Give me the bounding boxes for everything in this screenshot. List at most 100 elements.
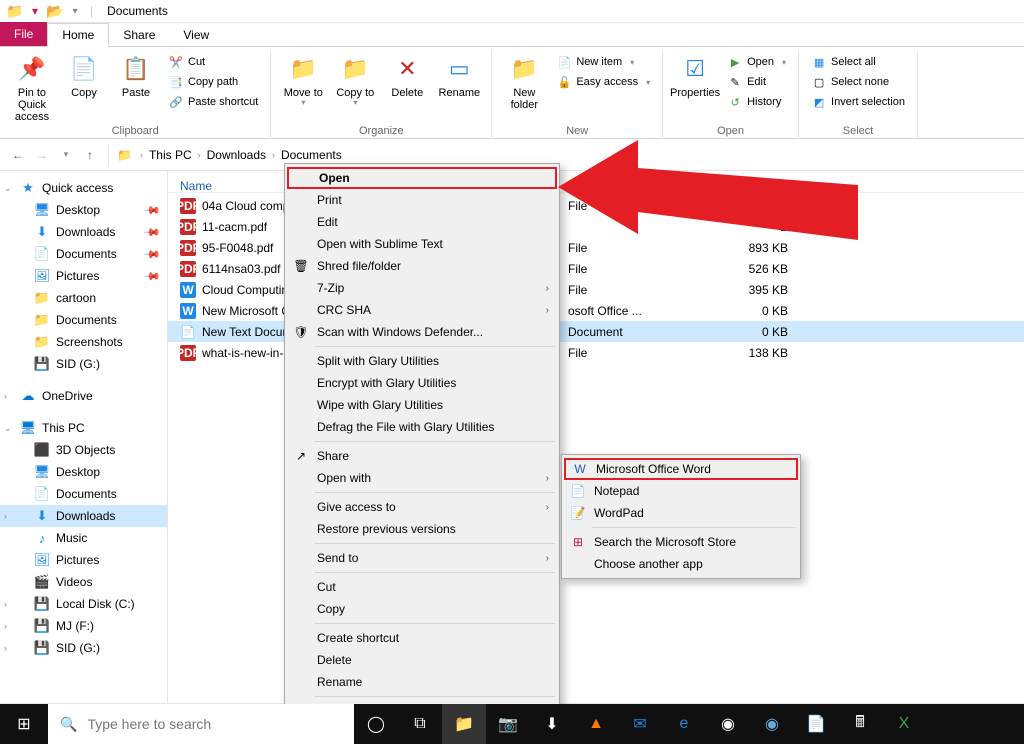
ctx-delete[interactable]: Delete [287,649,557,671]
sidebar-sidg2[interactable]: ›💾SID (G:) [0,637,167,659]
select-none-button[interactable]: ▢Select none [807,73,909,91]
rename-button[interactable]: ▭Rename [435,51,483,99]
paste-button[interactable]: 📋Paste [112,51,160,99]
task-view-icon[interactable]: ⧉ [398,704,442,744]
chrome-task-icon[interactable]: ◉ [706,704,750,744]
qat-dropdown-icon[interactable]: ▾ [66,2,84,20]
vlc-task-icon[interactable]: ▲ [574,704,618,744]
select-all-button[interactable]: ▦Select all [807,53,909,71]
sidebar-quick-access[interactable]: ⌄★Quick access [0,177,167,199]
new-folder-button[interactable]: 📁New folder [500,51,548,111]
pin-quick-access-button[interactable]: 📌Pin to Quick access [8,51,56,123]
sidebar-music[interactable]: ♪Music [0,527,167,549]
sidebar-documents[interactable]: 📄Documents📌 [0,243,167,265]
ctx-copy[interactable]: Copy [287,598,557,620]
sidebar-desktop2[interactable]: 🖥Desktop [0,461,167,483]
tab-file[interactable]: File [0,22,47,46]
sidebar-sidg[interactable]: 💾SID (G:) [0,353,167,375]
crumb-this-pc[interactable]: This PC [145,144,196,166]
open-icon: ▶ [727,54,743,70]
sub-wordpad[interactable]: 📝WordPad [564,502,798,524]
ctx-print[interactable]: Print [287,189,557,211]
mail-task-icon[interactable]: ✉ [618,704,662,744]
sidebar-downloads[interactable]: ⬇Downloads📌 [0,221,167,243]
rename-icon: ▭ [443,53,475,85]
ctx-split-glary[interactable]: Split with Glary Utilities [287,350,557,372]
delete-button[interactable]: ✕Delete [383,51,431,99]
sidebar-onedrive[interactable]: ›☁OneDrive [0,385,167,407]
sub-notepad[interactable]: 📄Notepad [564,480,798,502]
ctx-encrypt-glary[interactable]: Encrypt with Glary Utilities [287,372,557,394]
ctx-crc[interactable]: CRC SHA› [287,299,557,321]
up-button[interactable]: ↑ [80,148,100,162]
ctx-edit[interactable]: Edit [287,211,557,233]
ctx-restore[interactable]: Restore previous versions [287,518,557,540]
chromium-task-icon[interactable]: ◉ [750,704,794,744]
ctx-wipe-glary[interactable]: Wipe with Glary Utilities [287,394,557,416]
edge-task-icon[interactable]: e [662,704,706,744]
cut-button[interactable]: ✂️Cut [164,53,262,71]
paste-shortcut-button[interactable]: 🔗Paste shortcut [164,93,262,111]
ctx-share[interactable]: ↗Share [287,445,557,467]
ctx-open[interactable]: Open [287,167,557,189]
invert-selection-button[interactable]: ◩Invert selection [807,93,909,111]
sidebar-mj-f[interactable]: ›💾MJ (F:) [0,615,167,637]
tab-home[interactable]: Home [47,23,109,47]
back-button[interactable]: ← [8,148,28,162]
explorer-task-icon[interactable]: 📁 [442,704,486,744]
ctx-give-access[interactable]: Give access to› [287,496,557,518]
notepad-task-icon[interactable]: 📄 [794,704,838,744]
easy-access-button[interactable]: 🔓Easy access▾ [552,73,654,91]
sidebar-downloads2[interactable]: ›⬇Downloads [0,505,167,527]
copy-to-button[interactable]: 📁Copy to▾ [331,51,379,108]
sidebar-desktop[interactable]: 🖥Desktop📌 [0,199,167,221]
recent-dropdown[interactable]: ▾ [56,149,76,160]
ctx-defender[interactable]: 🛡Scan with Windows Defender... [287,321,557,343]
column-type[interactable] [566,179,706,192]
crumb-downloads[interactable]: Downloads [203,144,270,166]
sidebar-screenshots[interactable]: 📁Screenshots [0,331,167,353]
taskbar-search[interactable]: 🔍 Type here to search [48,704,354,744]
sub-search-store[interactable]: ⊞Search the Microsoft Store [564,531,798,553]
excel-task-icon[interactable]: X [882,704,926,744]
ctx-send-to[interactable]: Send to› [287,547,557,569]
move-to-button[interactable]: 📁Move to▾ [279,51,327,108]
edit-button[interactable]: ✎Edit [723,73,790,91]
ctx-create-shortcut[interactable]: Create shortcut [287,627,557,649]
ctx-defrag-glary[interactable]: Defrag the File with Glary Utilities [287,416,557,438]
sidebar-videos[interactable]: 🎬Videos [0,571,167,593]
group-label: Select [843,125,874,139]
sidebar-this-pc[interactable]: ⌄🖥This PC [0,417,167,439]
sidebar-local-c[interactable]: ›💾Local Disk (C:) [0,593,167,615]
history-button[interactable]: ↺History [723,93,790,111]
sidebar-documents3[interactable]: 📄Documents [0,483,167,505]
sidebar-pictures2[interactable]: 🖼Pictures [0,549,167,571]
ctx-open-sublime[interactable]: Open with Sublime Text [287,233,557,255]
calc-task-icon[interactable]: 🖩 [838,704,882,744]
copy-path-button[interactable]: 📑Copy path [164,73,262,91]
save-qat-icon[interactable]: ▾ [26,2,44,20]
idm-task-icon[interactable]: ⬇ [530,704,574,744]
start-button[interactable]: ⊞ [0,704,48,744]
ctx-shred[interactable]: 🗑Shred file/folder [287,255,557,277]
ctx-7zip[interactable]: 7-Zip› [287,277,557,299]
column-size[interactable] [706,179,786,192]
forward-button[interactable]: → [32,148,52,162]
sidebar-pictures[interactable]: 🖼Pictures📌 [0,265,167,287]
sidebar-3d-objects[interactable]: ⬛3D Objects [0,439,167,461]
open-button[interactable]: ▶Open▾ [723,53,790,71]
copy-button[interactable]: 📄Copy [60,51,108,99]
sub-choose-app[interactable]: Choose another app [564,553,798,575]
properties-button[interactable]: ☑Properties [671,51,719,99]
sidebar-cartoon[interactable]: 📁cartoon [0,287,167,309]
new-item-button[interactable]: 📄New item▾ [552,53,654,71]
tab-share[interactable]: Share [109,24,169,46]
ctx-rename[interactable]: Rename [287,671,557,693]
ctx-open-with[interactable]: Open with› [287,467,557,489]
camera-task-icon[interactable]: 📷 [486,704,530,744]
ctx-cut[interactable]: Cut [287,576,557,598]
tab-view[interactable]: View [169,24,223,46]
sidebar-documents2[interactable]: 📁Documents [0,309,167,331]
sub-ms-word[interactable]: WMicrosoft Office Word [564,458,798,480]
cortana-icon[interactable]: ◯ [354,704,398,744]
